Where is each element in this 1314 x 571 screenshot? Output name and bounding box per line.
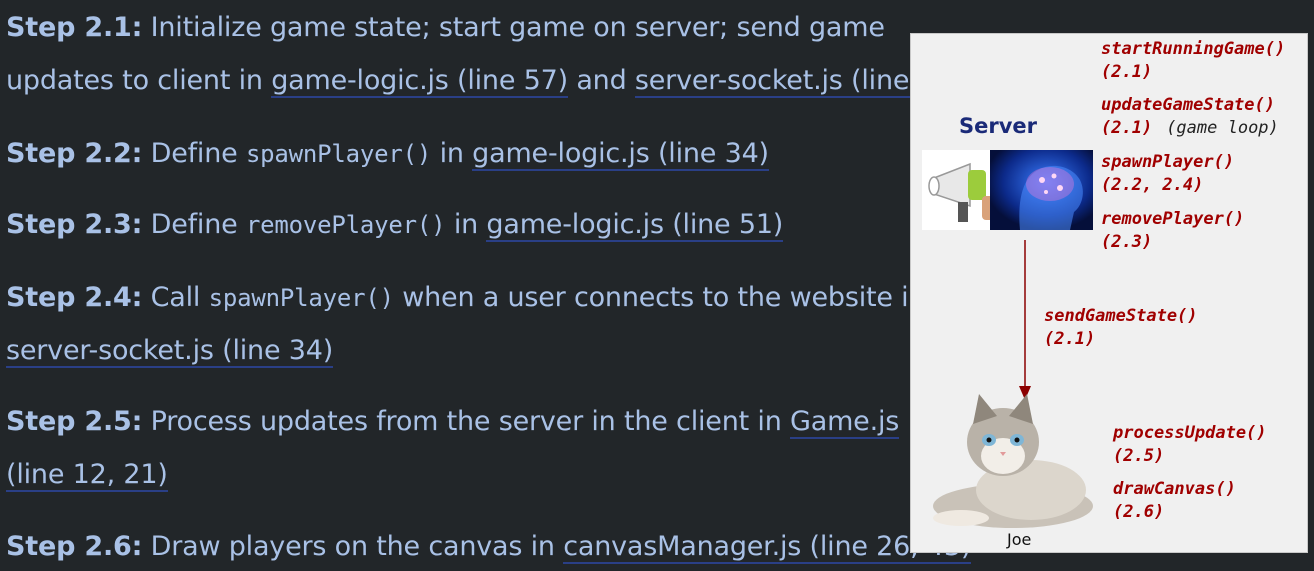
fn-name: startRunningGame() [1101, 39, 1286, 59]
fn-ref: (2.1) [1101, 118, 1153, 138]
step-text: Define [142, 138, 246, 169]
step-label: Step 2.1: [6, 12, 143, 43]
fn-ref: (2.2, 2.4) [1101, 175, 1204, 195]
brain-icon [990, 150, 1093, 230]
link-game-js[interactable]: Game.js [790, 406, 899, 439]
step-text: Draw players on the canvas in [142, 531, 564, 562]
step-text: and [567, 65, 635, 96]
step-2-5: Step 2.5: Process updates from the serve… [6, 406, 899, 439]
code-remove-player: removePlayer() [245, 211, 446, 239]
step-2-2: Step 2.2: Define spawnPlayer() in game-l… [6, 138, 769, 171]
server-label: Server [959, 114, 1038, 138]
fn-send-game-state: sendGameState() (2.1) [1044, 305, 1198, 351]
fn-name: updateGameState() [1101, 95, 1275, 115]
cat-image [933, 394, 1093, 528]
fn-draw-canvas: drawCanvas() (2.6) [1113, 478, 1236, 524]
fn-ref: (2.6) [1113, 502, 1165, 522]
fn-name: processUpdate() [1113, 423, 1267, 443]
architecture-diagram: Server startRunningGame() (2.1) updateGa… [910, 33, 1308, 553]
fn-ref: (2.1) [1044, 329, 1096, 349]
step-text: in [445, 209, 487, 240]
step-text: Initialize game state; start game on ser… [142, 12, 885, 43]
fn-process-update: processUpdate() (2.5) [1113, 422, 1267, 468]
step-2-4-line2: server-socket.js (line 34) [6, 335, 333, 368]
fn-note: (game loop) [1166, 118, 1279, 138]
link-server-socket[interactable]: server-socket.js (line 34) [6, 335, 333, 368]
fn-ref: (2.5) [1113, 446, 1165, 466]
step-text: Process updates from the server in the c… [142, 406, 790, 437]
step-2-1: Step 2.1: Initialize game state; start g… [6, 12, 885, 43]
step-label: Step 2.6: [6, 531, 143, 562]
fn-ref: (2.1) [1101, 62, 1153, 82]
fn-remove-player: removePlayer() (2.3) [1101, 208, 1244, 254]
step-2-3: Step 2.3: Define removePlayer() in game-… [6, 209, 783, 242]
arrow-down-icon [1019, 240, 1031, 400]
step-2-5-line2: (line 12, 21) [6, 459, 168, 492]
step-text: Define [142, 209, 246, 240]
step-text: when a user connects to the website in [393, 282, 926, 313]
client-label: Joe [1007, 530, 1032, 549]
fn-name: drawCanvas() [1113, 479, 1236, 499]
megaphone-icon [922, 150, 996, 230]
step-text: updates to client in [6, 65, 272, 96]
code-spawn-player: spawnPlayer() [208, 284, 394, 312]
code-spawn-player: spawnPlayer() [245, 140, 432, 168]
link-game-js-lines[interactable]: (line 12, 21) [6, 459, 168, 492]
step-text: Call [142, 282, 209, 313]
link-game-logic[interactable]: game-logic.js (line 34) [472, 138, 769, 171]
fn-name: removePlayer() [1101, 209, 1245, 229]
step-2-1-line2: updates to client in game-logic.js (line… [6, 65, 962, 98]
fn-name: sendGameState() [1044, 306, 1198, 326]
step-label: Step 2.4: [6, 282, 143, 313]
link-game-logic[interactable]: game-logic.js (line 51) [486, 209, 783, 242]
step-text: in [431, 138, 473, 169]
step-2-4: Step 2.4: Call spawnPlayer() when a user… [6, 282, 926, 313]
fn-spawn-player: spawnPlayer() (2.2, 2.4) [1101, 151, 1234, 197]
step-label: Step 2.3: [6, 209, 143, 240]
fn-update-game-state: updateGameState() (2.1) (game loop) [1101, 94, 1279, 140]
fn-start-running-game: startRunningGame() (2.1) [1101, 38, 1285, 84]
step-label: Step 2.2: [6, 138, 143, 169]
step-2-6: Step 2.6: Draw players on the canvas in … [6, 531, 971, 564]
fn-ref: (2.3) [1101, 232, 1153, 252]
fn-name: spawnPlayer() [1101, 152, 1235, 172]
step-label: Step 2.5: [6, 406, 143, 437]
link-game-logic[interactable]: game-logic.js (line 57) [271, 65, 568, 98]
